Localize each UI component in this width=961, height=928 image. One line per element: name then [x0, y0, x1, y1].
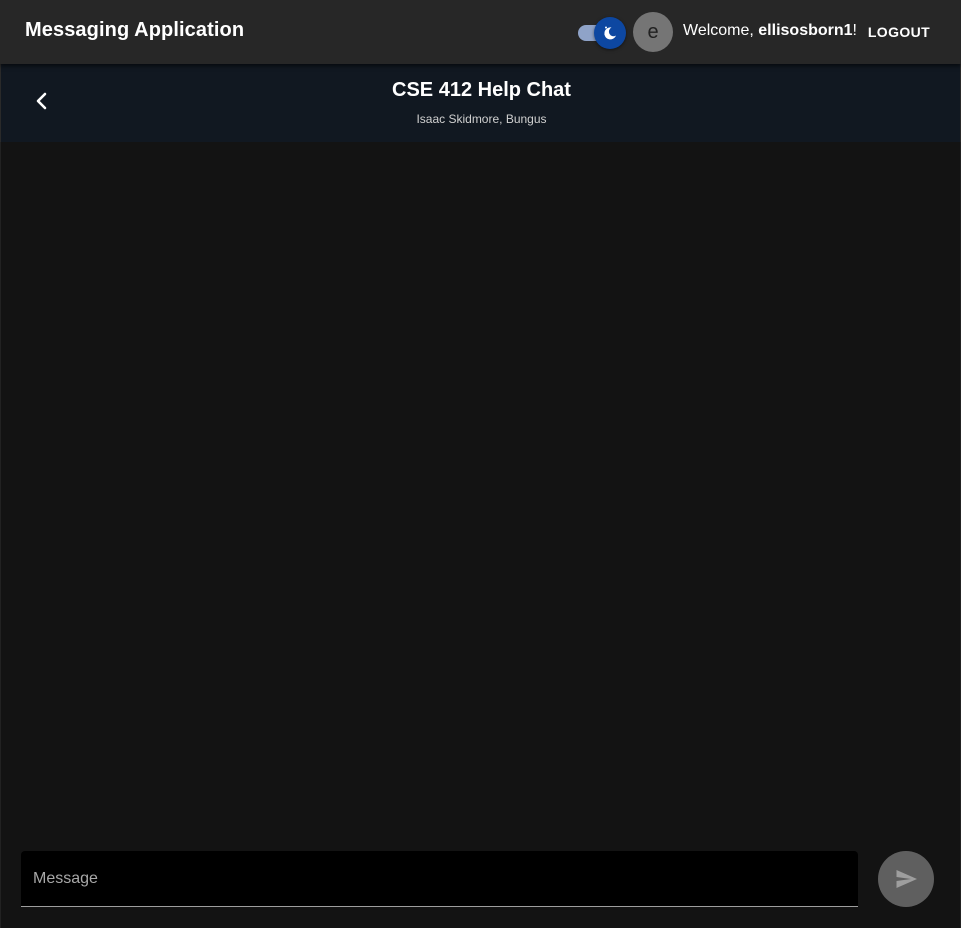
top-app-bar: Messaging Application e Welcome, ellisos…: [0, 0, 961, 64]
username: ellisosborn1: [758, 22, 853, 39]
welcome-suffix: !: [852, 22, 857, 39]
theme-toggle-thumb[interactable]: [594, 17, 626, 49]
welcome-message: Welcome, ellisosborn1!: [683, 22, 857, 40]
logout-button[interactable]: LOGOUT: [860, 18, 938, 46]
welcome-prefix: Welcome,: [683, 22, 759, 39]
chat-header: CSE 412 Help Chat Isaac Skidmore, Bungus: [0, 64, 961, 142]
app-title: Messaging Application: [25, 19, 245, 41]
theme-toggle[interactable]: [576, 16, 628, 50]
message-list[interactable]: [0, 142, 961, 928]
chat-title: CSE 412 Help Chat: [392, 79, 571, 101]
send-button[interactable]: [878, 851, 934, 907]
chat-members: Isaac Skidmore, Bungus: [416, 112, 547, 126]
app-root: Messaging Application e Welcome, ellisos…: [0, 0, 961, 928]
message-input[interactable]: [21, 851, 858, 907]
send-icon: [896, 870, 917, 888]
avatar[interactable]: e: [633, 12, 673, 52]
moon-icon: [604, 26, 616, 40]
